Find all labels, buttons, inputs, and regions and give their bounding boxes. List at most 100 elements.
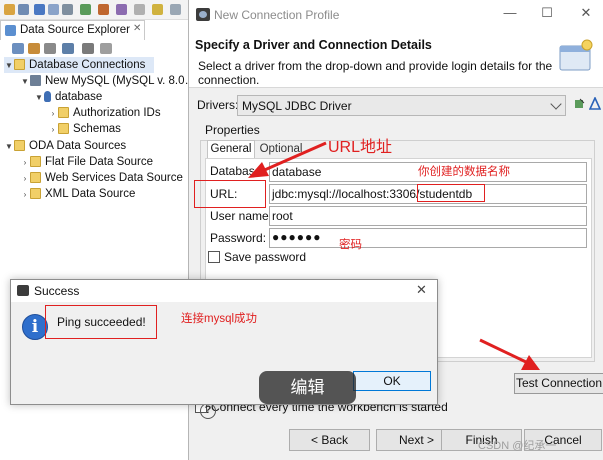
tree-label: ODA Data Sources xyxy=(29,140,127,152)
tree-label: XML Data Source xyxy=(45,188,136,200)
username-value: root xyxy=(272,209,293,223)
dialog-titlebar: New Connection Profile — ☐ ✕ xyxy=(189,0,603,28)
username-field[interactable]: root xyxy=(269,206,587,226)
new-icon[interactable] xyxy=(4,4,15,15)
help-button[interactable]: ? xyxy=(200,403,216,419)
tree-item-oda-data-sources[interactable]: ▼ ODA Data Sources xyxy=(4,138,126,154)
new-folder-icon[interactable] xyxy=(28,43,40,54)
studentdb-highlight xyxy=(417,184,485,202)
tree-label: Schemas xyxy=(73,123,121,135)
close-icon[interactable]: ✕ xyxy=(416,282,427,298)
drivers-label: Drivers: xyxy=(197,98,239,112)
collapse-arrow-icon[interactable]: ▼ xyxy=(4,139,14,155)
dropdown-icon[interactable] xyxy=(18,4,29,15)
tree-item-database-connections[interactable]: ▼ Database Connections xyxy=(4,57,154,73)
folder-icon xyxy=(14,59,25,70)
edit-overlay-button[interactable]: 编辑 xyxy=(259,371,356,404)
chevron-down-icon xyxy=(550,98,562,110)
tree-label: database xyxy=(55,91,103,103)
tree-label: Authorization IDs xyxy=(73,107,161,119)
tab-label: Data Source Explorer xyxy=(20,24,130,36)
username-label: User name: xyxy=(210,209,273,223)
driver-dropdown[interactable]: MySQL JDBC Driver xyxy=(237,95,566,116)
tree-label: Database Connections xyxy=(29,59,146,71)
test-connection-button[interactable]: Test Connection xyxy=(514,373,603,394)
save-password-checkbox[interactable] xyxy=(208,251,220,263)
tree-item-authorization-ids[interactable]: › Authorization IDs xyxy=(48,105,161,121)
dialog-title: New Connection Profile xyxy=(214,8,340,22)
collapse-arrow-icon[interactable]: ▼ xyxy=(4,58,14,74)
password-field[interactable]: ●●●●●● xyxy=(269,228,587,248)
debug-icon[interactable] xyxy=(98,4,109,15)
folder-icon xyxy=(30,172,41,183)
expand-arrow-icon[interactable]: › xyxy=(20,155,30,171)
folder-icon xyxy=(58,123,69,134)
save-icon[interactable] xyxy=(34,4,45,15)
main-toolbar xyxy=(0,0,190,20)
tree-label: New MySQL (MySQL v. 8.0… xyxy=(45,75,197,87)
test-connection-arrow-icon xyxy=(479,338,540,370)
popup-titlebar: Success ✕ xyxy=(11,280,437,302)
minimize-button[interactable]: — xyxy=(499,5,521,23)
watermark: CSDN @纪承一 xyxy=(478,440,557,452)
back-button[interactable]: < Back xyxy=(289,429,370,451)
url-address-note: URL地址 xyxy=(328,139,393,156)
folder-icon xyxy=(30,188,41,199)
link-icon[interactable] xyxy=(62,43,74,54)
edit-driver-icon[interactable] xyxy=(574,98,585,110)
folder-icon xyxy=(58,107,69,118)
explorer-icon xyxy=(5,25,16,36)
header-description: Select a driver from the drop-down and p… xyxy=(198,59,553,87)
print-icon[interactable] xyxy=(62,4,73,15)
database-connection-icon xyxy=(30,75,41,86)
tree-item-web-services[interactable]: › Web Services Data Source xyxy=(20,170,183,186)
database-name-note: 你创建的数据名称 xyxy=(418,166,510,178)
save-password-label: Save password xyxy=(224,250,307,264)
app-icon xyxy=(17,285,29,296)
folder-icon xyxy=(30,156,41,167)
tree-item-xml[interactable]: › XML Data Source xyxy=(20,186,135,202)
password-note: 密码 xyxy=(339,239,362,251)
tree-item-database[interactable]: ▼ database xyxy=(34,89,102,105)
success-popup: Success ✕ i Ping succeeded! OK xyxy=(10,279,438,405)
tree-item-flat-file[interactable]: › Flat File Data Source xyxy=(20,154,153,170)
tab-data-source-explorer[interactable]: Data Source Explorer ✕ xyxy=(0,20,145,40)
more-icon[interactable] xyxy=(170,4,181,15)
collapse-arrow-icon[interactable]: ▼ xyxy=(34,90,44,106)
password-label: Password: xyxy=(210,231,267,245)
new-driver-icon[interactable] xyxy=(589,97,601,110)
expand-arrow-icon[interactable]: › xyxy=(48,122,58,138)
wizard-banner-icon xyxy=(559,39,593,71)
save-all-icon[interactable] xyxy=(48,4,59,15)
ok-button[interactable]: OK xyxy=(353,371,431,391)
header-title: Specify a Driver and Connection Details xyxy=(195,38,432,52)
tree-item-new-mysql[interactable]: ▼ New MySQL (MySQL v. 8.0… xyxy=(20,73,196,89)
explorer-toolbar xyxy=(12,42,132,56)
app-icon xyxy=(196,8,210,21)
search-icon[interactable] xyxy=(134,4,145,15)
view-menu-icon[interactable] xyxy=(82,43,94,54)
driver-value: MySQL JDBC Driver xyxy=(242,99,352,113)
minimize-icon[interactable] xyxy=(100,43,112,54)
ping-message-highlight xyxy=(45,305,157,339)
folder-icon xyxy=(14,140,25,151)
expand-arrow-icon[interactable]: › xyxy=(20,187,30,203)
expand-arrow-icon[interactable]: › xyxy=(20,171,30,187)
mysql-success-note: 连接mysql成功 xyxy=(181,313,258,325)
run-icon[interactable] xyxy=(80,4,91,15)
close-button[interactable]: ✕ xyxy=(575,5,597,23)
maximize-button[interactable]: ☐ xyxy=(536,5,558,23)
new-connection-icon[interactable] xyxy=(12,43,24,54)
tree-item-schemas[interactable]: › Schemas xyxy=(48,121,121,137)
expand-arrow-icon[interactable]: › xyxy=(48,106,58,122)
close-tab-icon[interactable]: ✕ xyxy=(133,23,141,34)
database-icon xyxy=(44,91,51,102)
collapse-arrow-icon[interactable]: ▼ xyxy=(20,74,30,90)
tree-label: Flat File Data Source xyxy=(45,156,154,168)
nav-icon[interactable] xyxy=(152,4,163,15)
tree-label: Web Services Data Source xyxy=(45,172,183,184)
url-label-highlight xyxy=(194,180,266,208)
collapse-all-icon[interactable] xyxy=(44,43,56,54)
password-value: ●●●●●● xyxy=(272,230,322,244)
tool-icon[interactable] xyxy=(116,4,127,15)
